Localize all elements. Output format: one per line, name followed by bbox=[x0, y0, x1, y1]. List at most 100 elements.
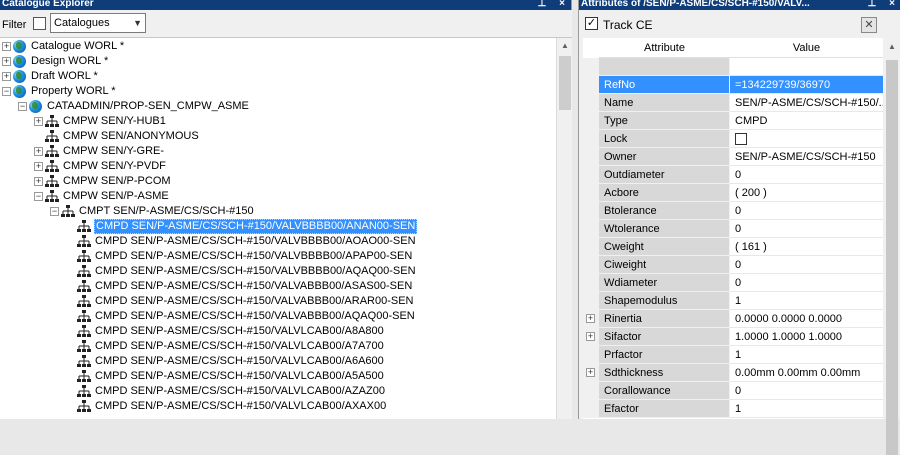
attribute-value-cell[interactable]: SEN/P-ASME/CS/SCH-#150 bbox=[730, 148, 883, 166]
attribute-value-cell[interactable]: 0.0000 0.0000 0.0000 bbox=[730, 310, 883, 328]
attribute-row[interactable]: Efactor 1 bbox=[583, 400, 883, 418]
attribute-row[interactable]: Corallowance 0 bbox=[583, 382, 883, 400]
attribute-value-cell[interactable]: 0 bbox=[730, 202, 883, 220]
attribute-row[interactable]: Ciweight 0 bbox=[583, 256, 883, 274]
tree-node[interactable]: + CMPW SEN/Y-GRE- bbox=[0, 144, 556, 159]
attribute-row[interactable]: Cweight( 161 ) bbox=[583, 238, 883, 256]
attribute-name-cell[interactable]: Ciweight bbox=[599, 256, 730, 274]
tree-node-label[interactable]: Draft WORL * bbox=[30, 69, 99, 84]
attribute-name-cell[interactable]: Sdthickness bbox=[599, 364, 730, 382]
collapse-icon[interactable]: − bbox=[34, 192, 43, 201]
tree-node[interactable]: CMPD SEN/P-ASME/CS/SCH-#150/VALVLCAB00/A… bbox=[0, 384, 556, 399]
scrollbar-thumb[interactable] bbox=[886, 60, 898, 455]
catalogue-explorer-titlebar[interactable]: Catalogue Explorer ⊥ × bbox=[0, 0, 571, 10]
tree-node-label[interactable]: CMPW SEN/Y-HUB1 bbox=[62, 114, 167, 129]
tree-node-label[interactable]: CMPT SEN/P-ASME/CS/SCH-#150 bbox=[78, 204, 255, 219]
attribute-row[interactable] bbox=[583, 58, 883, 76]
attribute-row[interactable]: + Rinertia 0.0000 0.0000 0.0000 bbox=[583, 310, 883, 328]
attribute-column-header[interactable]: Attribute bbox=[599, 38, 730, 58]
attribute-value-cell[interactable]: 0 bbox=[730, 256, 883, 274]
tree-node[interactable]: − CMPW SEN/P-ASME bbox=[0, 189, 556, 204]
tree-node[interactable]: CMPD SEN/P-ASME/CS/SCH-#150/VALVBBBB00/A… bbox=[0, 249, 556, 264]
clear-icon[interactable]: ✕ bbox=[861, 17, 877, 33]
lock-checkbox[interactable] bbox=[735, 133, 747, 145]
attribute-row[interactable]: Prfactor 1 bbox=[583, 346, 883, 364]
tree-node-label[interactable]: Design WORL * bbox=[30, 54, 109, 69]
attribute-name-cell[interactable]: Prfactor bbox=[599, 346, 730, 364]
attribute-name-cell[interactable]: Wtolerance bbox=[599, 220, 730, 238]
attribute-value-cell[interactable]: SEN/P-ASME/CS/SCH-#150/... bbox=[730, 94, 883, 112]
tree-node-label[interactable]: CMPD SEN/P-ASME/CS/SCH-#150/VALVLCAB00/A… bbox=[94, 339, 385, 354]
attribute-value-cell[interactable]: ( 200 ) bbox=[730, 184, 883, 202]
attribute-name-cell[interactable]: Owner bbox=[599, 148, 730, 166]
scroll-up-icon[interactable]: ▲ bbox=[888, 42, 896, 51]
tree-node-label[interactable]: CMPD SEN/P-ASME/CS/SCH-#150/VALVABBB00/A… bbox=[94, 309, 416, 324]
attribute-row[interactable]: Owner SEN/P-ASME/CS/SCH-#150 bbox=[583, 148, 883, 166]
tree-node-label[interactable]: CATAADMIN/PROP-SEN_CMPW_ASME bbox=[46, 99, 250, 114]
collapse-icon[interactable]: − bbox=[2, 87, 11, 96]
attribute-name-cell[interactable]: Wdiameter bbox=[599, 274, 730, 292]
collapse-icon[interactable]: − bbox=[50, 207, 59, 216]
tree-node[interactable]: − CMPT SEN/P-ASME/CS/SCH-#150 bbox=[0, 204, 556, 219]
attribute-name-cell[interactable]: Acbore bbox=[599, 184, 730, 202]
attribute-name-cell[interactable]: Cweight bbox=[599, 238, 730, 256]
expand-icon[interactable]: + bbox=[34, 162, 43, 171]
attribute-name-cell[interactable]: Rinertia bbox=[599, 310, 730, 328]
attribute-row[interactable]: Btolerance 0 bbox=[583, 202, 883, 220]
attribute-row[interactable]: Shapemodulus 1 bbox=[583, 292, 883, 310]
attribute-value-cell[interactable]: CMPD bbox=[730, 112, 883, 130]
tree-node-label[interactable]: CMPW SEN/P-PCOM bbox=[62, 174, 172, 189]
expand-icon[interactable]: + bbox=[34, 147, 43, 156]
scroll-up-icon[interactable]: ▲ bbox=[561, 41, 569, 50]
tree-node[interactable]: + Catalogue WORL * bbox=[0, 39, 556, 54]
tree-node-label[interactable]: CMPD SEN/P-ASME/CS/SCH-#150/VALVLCAB00/A… bbox=[94, 324, 385, 339]
attribute-value-cell[interactable]: 0 bbox=[730, 274, 883, 292]
attribute-value-cell[interactable]: 1.0000 1.0000 1.0000 bbox=[730, 328, 883, 346]
tree-node-label[interactable]: CMPD SEN/P-ASME/CS/SCH-#150/VALVABBB00/A… bbox=[94, 279, 413, 294]
attribute-name-cell[interactable]: Btolerance bbox=[599, 202, 730, 220]
expand-icon[interactable]: + bbox=[34, 177, 43, 186]
filter-checkbox[interactable] bbox=[33, 17, 46, 30]
attribute-row[interactable]: Outdiameter 0 bbox=[583, 166, 883, 184]
attribute-row[interactable]: + Sdthickness 0.00mm 0.00mm 0.00mm bbox=[583, 364, 883, 382]
filter-dropdown[interactable]: Catalogues ▼ bbox=[50, 13, 146, 33]
expand-icon[interactable]: + bbox=[34, 117, 43, 126]
attribute-row[interactable]: + Sifactor 1.0000 1.0000 1.0000 bbox=[583, 328, 883, 346]
attribute-row[interactable]: Type CMPD bbox=[583, 112, 883, 130]
expand-icon[interactable]: + bbox=[586, 314, 595, 323]
attribute-name-cell[interactable]: Corallowance bbox=[599, 382, 730, 400]
tree-node-label[interactable]: CMPD SEN/P-ASME/CS/SCH-#150/VALVLCAB00/A… bbox=[94, 399, 387, 414]
scrollbar-thumb[interactable] bbox=[559, 56, 571, 110]
expand-icon[interactable]: + bbox=[586, 368, 595, 377]
tree-node[interactable]: CMPD SEN/P-ASME/CS/SCH-#150/VALVBBBB00/A… bbox=[0, 234, 556, 249]
tree-node[interactable]: CMPD SEN/P-ASME/CS/SCH-#150/VALVABBB00/A… bbox=[0, 279, 556, 294]
attribute-row[interactable]: Acbore( 200 ) bbox=[583, 184, 883, 202]
attribute-value-cell[interactable] bbox=[730, 58, 883, 76]
attribute-row[interactable]: Wdiameter 0 bbox=[583, 274, 883, 292]
tree-node[interactable]: − Property WORL * bbox=[0, 84, 556, 99]
attribute-value-cell[interactable]: 0 bbox=[730, 166, 883, 184]
tree-node-label[interactable]: CMPD SEN/P-ASME/CS/SCH-#150/VALVBBBB00/A… bbox=[94, 234, 417, 249]
tree-node[interactable]: CMPD SEN/P-ASME/CS/SCH-#150/VALVLCAB00/A… bbox=[0, 324, 556, 339]
track-ce-checkbox[interactable]: ✓ bbox=[585, 17, 598, 30]
expand-icon[interactable]: + bbox=[586, 332, 595, 341]
tree-node[interactable]: + CMPW SEN/Y-PVDF bbox=[0, 159, 556, 174]
tree-node-label[interactable]: CMPW SEN/P-ASME bbox=[62, 189, 170, 204]
attribute-row[interactable]: Lock bbox=[583, 130, 883, 148]
attribute-value-cell[interactable]: 0 bbox=[730, 382, 883, 400]
tree-node-label[interactable]: CMPD SEN/P-ASME/CS/SCH-#150/VALVBBBB00/A… bbox=[94, 219, 418, 234]
tree-node[interactable]: CMPW SEN/ANONYMOUS bbox=[0, 129, 556, 144]
tree-node[interactable]: CMPD SEN/P-ASME/CS/SCH-#150/VALVABBB00/A… bbox=[0, 294, 556, 309]
tree-node-label[interactable]: CMPW SEN/Y-PVDF bbox=[62, 159, 167, 174]
tree-node-label[interactable]: CMPW SEN/ANONYMOUS bbox=[62, 129, 200, 144]
close-icon[interactable]: × bbox=[889, 0, 895, 9]
attribute-row[interactable]: Wtolerance 0 bbox=[583, 220, 883, 238]
attribute-name-cell[interactable]: Shapemodulus bbox=[599, 292, 730, 310]
collapse-icon[interactable]: − bbox=[18, 102, 27, 111]
attribute-name-cell[interactable]: Outdiameter bbox=[599, 166, 730, 184]
attribute-value-cell[interactable]: ( 161 ) bbox=[730, 238, 883, 256]
tree-node[interactable]: CMPD SEN/P-ASME/CS/SCH-#150/VALVLCAB00/A… bbox=[0, 354, 556, 369]
tree-node[interactable]: CMPD SEN/P-ASME/CS/SCH-#150/VALVABBB00/A… bbox=[0, 309, 556, 324]
value-column-header[interactable]: Value bbox=[730, 38, 883, 58]
tree-node[interactable]: CMPD SEN/P-ASME/CS/SCH-#150/VALVBBBB00/A… bbox=[0, 264, 556, 279]
